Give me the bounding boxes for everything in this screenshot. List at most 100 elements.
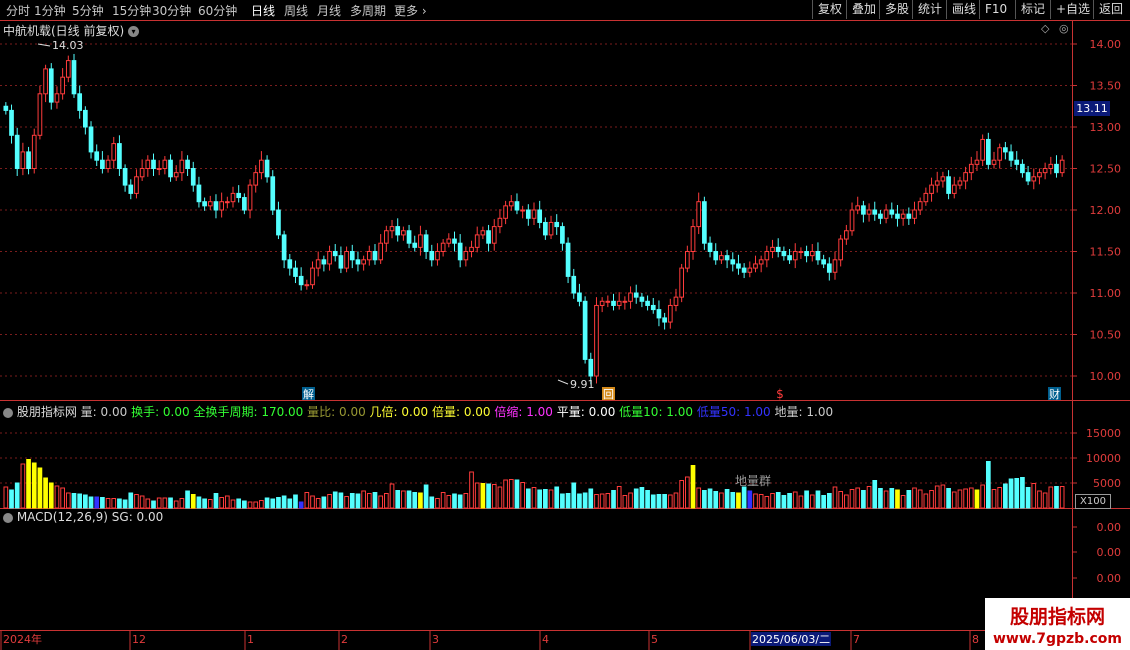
candle-body (588, 358, 594, 377)
volume-tick-label: 10000 (1086, 452, 1121, 465)
close-icon[interactable]: ◎ (1059, 22, 1069, 35)
volume-bar (179, 498, 185, 509)
candle-body (957, 180, 963, 186)
price-tick-label: 12.50 (1090, 163, 1122, 176)
volume-bar (1025, 487, 1031, 509)
macd-tick-label: 0.00 (1097, 546, 1122, 559)
low-pointer (557, 379, 569, 385)
volume-bar (26, 459, 31, 509)
toolbar-button-1[interactable]: 叠加 (846, 0, 881, 19)
candle-body (9, 109, 14, 136)
volume-bar (719, 492, 724, 509)
price-tick-label: 10.50 (1090, 329, 1122, 342)
period-tab-9[interactable]: 多周期 (350, 2, 386, 19)
volume-bar (37, 467, 43, 509)
marker-cai: 财 (1049, 387, 1060, 401)
candle-body (389, 226, 395, 232)
volume-bar (633, 488, 639, 509)
toolbar-button-5[interactable]: F10 (979, 0, 1012, 19)
toolbar-button-3[interactable]: 统计 (912, 0, 947, 19)
candle-body (707, 242, 713, 252)
stock-title: 中航机载(日线 前复权) (3, 24, 125, 38)
volume-annotation: 地量群 (735, 474, 771, 488)
candle-body (616, 300, 622, 306)
volume-bar (872, 480, 878, 509)
period-tab-4[interactable]: 30分钟 (152, 2, 191, 19)
period-tab-1[interactable]: 1分钟 (34, 2, 66, 19)
period-tab-10[interactable]: 更多 › (394, 2, 427, 19)
volume-bar (491, 484, 497, 509)
candle-body (435, 251, 440, 261)
marker-jie-bg (302, 387, 315, 400)
period-tab-6[interactable]: 日线 (251, 2, 275, 19)
settings-circle-icon[interactable] (3, 407, 13, 418)
timeline-label: 5 (651, 633, 658, 646)
candle-body (611, 300, 616, 306)
volume-indicator-bar: 股朋指标网 量: 0.00 换手: 0.00 全换手周期: 170.00 量比:… (3, 403, 833, 420)
volume-bar (168, 497, 173, 509)
toolbar-button-4[interactable]: 画线 (946, 0, 981, 19)
volume-bar (196, 496, 202, 509)
volume-bar (792, 491, 798, 509)
candle-body (696, 201, 702, 228)
candle-body (673, 296, 679, 306)
candle-body (985, 138, 991, 165)
candle-body (395, 226, 401, 236)
candle-body (792, 251, 798, 261)
candle-body (88, 126, 94, 153)
chevron-down-icon[interactable]: ▾ (128, 26, 140, 37)
toolbar-button-0[interactable]: 复权 (812, 0, 847, 19)
high-label: 14.03 (52, 39, 84, 52)
candle-body (1014, 159, 1020, 165)
volume-indicator-7: 平量: 0.00 (552, 405, 616, 419)
candle-body (480, 230, 486, 236)
candle-body (298, 275, 304, 286)
period-tab-2[interactable]: 5分钟 (72, 2, 104, 19)
volume-bar (736, 492, 741, 509)
period-tab-0[interactable]: 分时 (6, 2, 30, 19)
volume-bar (395, 490, 401, 509)
candle-body (690, 226, 696, 253)
candle-body (355, 259, 361, 265)
candle-body (474, 234, 480, 248)
period-tab-8[interactable]: 月线 (317, 2, 341, 19)
period-tab-3[interactable]: 15分钟 (112, 2, 151, 19)
candle-body (520, 209, 525, 212)
toolbar-button-2[interactable]: 多股 (879, 0, 914, 19)
volume-bar (338, 492, 344, 509)
volume-bar (781, 495, 787, 509)
period-tab-7[interactable]: 周线 (284, 2, 308, 19)
candle-body (645, 300, 650, 306)
timeline-label: 3 (432, 633, 439, 646)
volume-bar (202, 498, 207, 509)
candle-body (781, 251, 787, 257)
candle-body (861, 205, 866, 215)
volume-indicator-2: 全换手周期: 170.00 (189, 405, 304, 419)
candle-body (934, 180, 940, 186)
period-tab-5[interactable]: 60分钟 (198, 2, 237, 19)
diamond-icon[interactable]: ◇ (1041, 22, 1049, 35)
candle-body (531, 209, 537, 219)
volume-indicator-5: 倍量: 0.00 (428, 405, 491, 419)
kline-chart: 14.00 13.50 13.00 12.50 12.00 11.50 11.00 10.50… (0, 20, 1130, 650)
toolbar-button-7[interactable]: +自选 (1050, 0, 1095, 19)
timeline-label: 8 (972, 633, 979, 646)
candle-body (452, 238, 457, 244)
volume-bar (503, 479, 508, 509)
candle-body (94, 151, 100, 161)
candle-body (406, 230, 412, 244)
volume-bar (934, 485, 940, 509)
price-tick-label: 13.00 (1090, 121, 1122, 134)
toolbar-button-6[interactable]: 标记 (1015, 0, 1050, 19)
candle-body (1003, 147, 1008, 153)
volume-bar (639, 487, 645, 509)
settings-circle-icon[interactable] (3, 512, 13, 523)
candle-body (946, 176, 951, 194)
volume-bar (548, 489, 554, 509)
volume-bar (616, 486, 622, 509)
candle-body (224, 201, 230, 204)
volume-prefix: 股朋指标网 (16, 405, 77, 419)
toolbar-button-8[interactable]: 返回 (1093, 0, 1128, 19)
volume-bar (1042, 492, 1048, 509)
candle-body (196, 184, 202, 203)
